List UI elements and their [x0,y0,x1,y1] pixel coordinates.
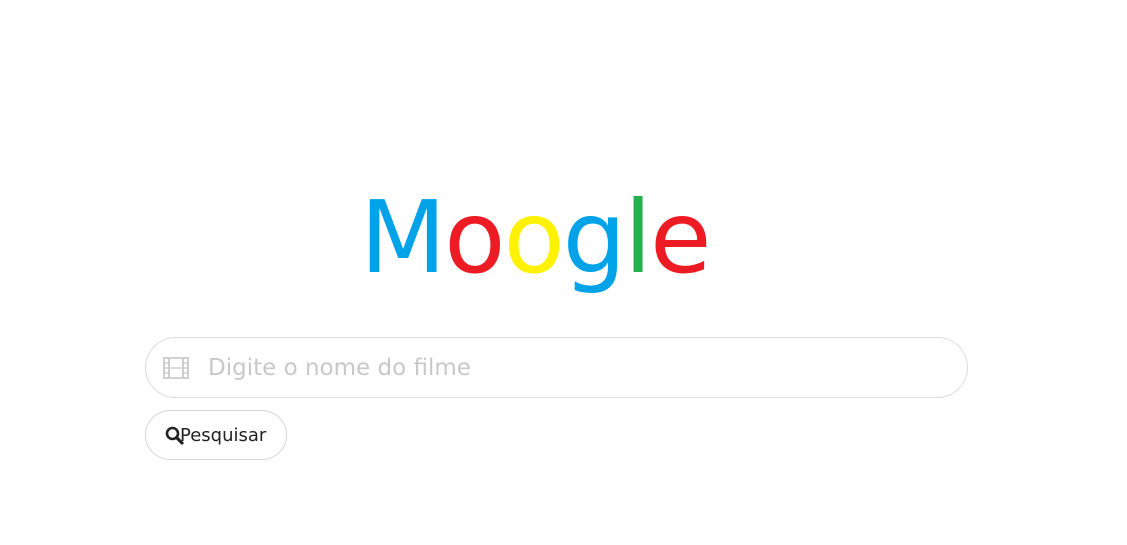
logo-letter: g [562,179,627,296]
film-icon [163,357,189,379]
logo-letter: l [624,179,652,296]
logo-letter: o [503,179,564,296]
search-button-label: Pesquisar [180,424,267,446]
search-box [145,337,968,398]
search-button[interactable]: Pesquisar [145,410,287,460]
logo-letter: o [444,179,505,296]
page: Moogle Pesquisar [0,0,1127,545]
logo-letter: M [360,179,446,296]
logo-letter: e [649,179,712,296]
search-input[interactable] [208,338,948,397]
logo: Moogle [360,178,712,298]
